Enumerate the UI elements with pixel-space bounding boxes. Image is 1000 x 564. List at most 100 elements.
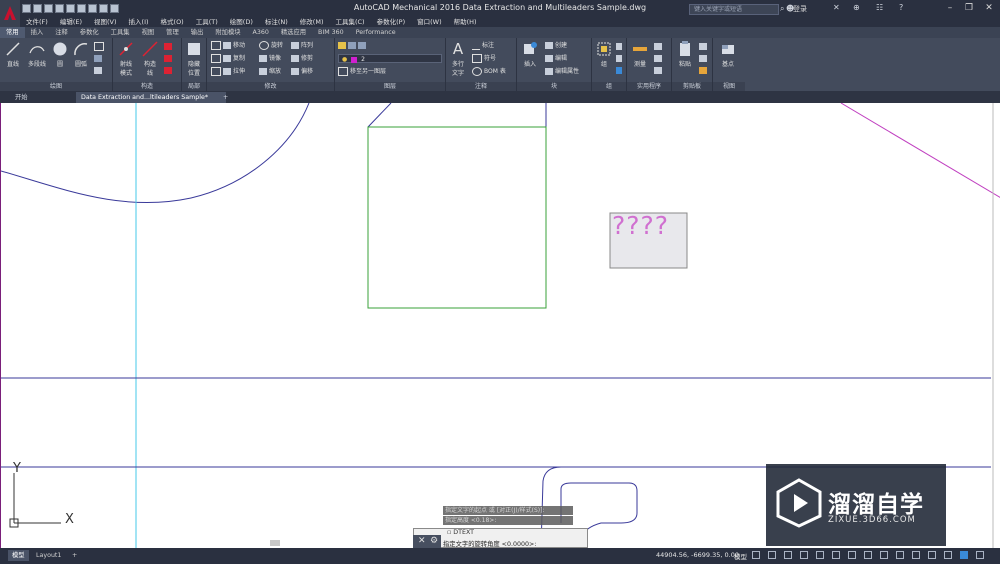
ortho-icon[interactable]	[784, 551, 792, 559]
menu-draw[interactable]: 绘图(D)	[224, 17, 259, 27]
group-edit-icon[interactable]	[616, 54, 624, 63]
tab-addins[interactable]: 附加模块	[209, 27, 246, 38]
tab-a360[interactable]: A360	[247, 27, 275, 38]
move-button[interactable]: 移动	[223, 41, 245, 50]
horizontal-scroll-thumb[interactable]	[270, 540, 280, 546]
command-prompt[interactable]: 指定文字的旋转角度 <0.0000>:	[443, 539, 536, 548]
group-button[interactable]: 组	[593, 41, 615, 68]
menu-help[interactable]: 帮助(H)	[448, 17, 483, 27]
tab-performance[interactable]: Performance	[350, 27, 402, 38]
symbol-button[interactable]: 符号	[472, 54, 496, 63]
quick-calc-icon[interactable]	[654, 42, 664, 51]
tab-view[interactable]: 视图	[136, 27, 161, 38]
select-all-icon[interactable]	[654, 66, 664, 75]
rectangle-icon[interactable]	[94, 42, 106, 51]
grid-icon[interactable]	[752, 551, 760, 559]
tab-home[interactable]: 常用	[0, 27, 25, 38]
tab-output[interactable]: 输出	[185, 27, 210, 38]
annotation-monitor-icon[interactable]	[912, 551, 920, 559]
bom-button[interactable]: BOM 表	[472, 67, 506, 76]
menu-parametric[interactable]: 参数化(P)	[371, 17, 412, 27]
xline-3-icon[interactable]	[164, 66, 174, 75]
array-button[interactable]: 阵列	[291, 41, 313, 50]
menu-view[interactable]: 视图(V)	[88, 17, 123, 27]
circle-button[interactable]: 圆	[49, 41, 71, 68]
exchange-icon[interactable]: ✕	[833, 3, 840, 12]
menu-dimension[interactable]: 标注(N)	[259, 17, 294, 27]
new-tab-button[interactable]: +	[218, 92, 233, 103]
ungroup-icon[interactable]	[616, 42, 624, 51]
customization-icon[interactable]	[976, 551, 984, 559]
tab-bim360[interactable]: BIM 360	[312, 27, 350, 38]
base-view-button[interactable]: 基点	[717, 41, 739, 68]
tab-parametric[interactable]: 参数化	[74, 27, 105, 38]
placeholder-text[interactable]: ????	[612, 211, 669, 240]
units-icon[interactable]	[928, 551, 936, 559]
group-select-icon[interactable]	[616, 66, 624, 75]
stretch-button[interactable]: 拉伸	[223, 67, 245, 76]
paste-button[interactable]: 粘贴	[674, 41, 696, 68]
edit-attr-button[interactable]: 编辑属性	[545, 67, 579, 76]
model-space-toggle[interactable]: 模型	[734, 551, 747, 561]
tab-annotate[interactable]: 注释	[49, 27, 74, 38]
copy-clip-icon[interactable]	[699, 54, 709, 63]
close-icon[interactable]: ✕	[982, 3, 996, 14]
a360-icon[interactable]: ⊕	[853, 3, 860, 12]
layer-dropdown[interactable]: ● 2	[338, 54, 442, 63]
xline-icon[interactable]	[164, 42, 174, 51]
layer-properties-icon[interactable]	[338, 41, 368, 50]
minimize-icon[interactable]: –	[943, 3, 957, 14]
isolate-objects-icon[interactable]	[960, 551, 968, 559]
close-command-icon[interactable]: ✕	[418, 536, 426, 546]
match-prop-icon[interactable]	[699, 66, 709, 75]
workspace-switch-icon[interactable]	[896, 551, 904, 559]
measure-button[interactable]: 测量	[629, 41, 651, 68]
mirror-button[interactable]: 镜像	[259, 54, 281, 63]
offset-button[interactable]: 偏移	[291, 67, 313, 76]
stay-connected-icon[interactable]: ☷	[876, 3, 883, 12]
customize-icon[interactable]: ⚙	[430, 536, 438, 546]
menu-file[interactable]: 文件(F)	[20, 17, 54, 27]
tab-insert[interactable]: 插入	[25, 27, 50, 38]
login-link[interactable]: 登录	[793, 4, 807, 14]
dimension-button[interactable]: 标注	[472, 41, 494, 50]
trim-icon[interactable]	[211, 54, 223, 63]
copy-button[interactable]: 复制	[223, 54, 245, 63]
line-button[interactable]: 直线	[2, 41, 24, 68]
osnap-icon[interactable]	[816, 551, 824, 559]
annotation-scale-icon[interactable]	[880, 551, 888, 559]
hide-button[interactable]: 隐藏 位置	[183, 41, 205, 77]
tab-start[interactable]: 开始	[10, 92, 33, 103]
edit-icon[interactable]	[211, 67, 223, 76]
erase-icon[interactable]	[211, 41, 223, 50]
polyline-button[interactable]: 多段线	[26, 41, 48, 68]
menu-insert[interactable]: 插入(I)	[123, 17, 155, 27]
tab-layout1[interactable]: Layout1	[32, 550, 65, 561]
search-input[interactable]: 键入关键字或短语	[689, 4, 779, 15]
tab-featured-apps[interactable]: 精选应用	[275, 27, 312, 38]
otrack-icon[interactable]	[832, 551, 840, 559]
ray-mode-button[interactable]: 射线 模式	[115, 41, 137, 77]
transparency-icon[interactable]	[864, 551, 872, 559]
xline-2-icon[interactable]	[164, 54, 174, 63]
polar-icon[interactable]	[800, 551, 808, 559]
construction-line-button[interactable]: 构造 线	[139, 41, 161, 77]
help-icon[interactable]: ?	[899, 3, 903, 12]
insert-block-button[interactable]: 插入	[519, 41, 541, 68]
tab-manage[interactable]: 管理	[160, 27, 185, 38]
lineweight-icon[interactable]	[848, 551, 856, 559]
edit-block-button[interactable]: 编辑	[545, 54, 567, 63]
menu-edit[interactable]: 编辑(E)	[54, 17, 88, 27]
menu-format[interactable]: 格式(O)	[155, 17, 190, 27]
cut-icon[interactable]	[699, 42, 709, 51]
create-block-button[interactable]: 创建	[545, 41, 567, 50]
add-layout-button[interactable]: +	[68, 550, 81, 561]
hatch-icon[interactable]	[94, 54, 104, 63]
tab-toolsets[interactable]: 工具集	[105, 27, 136, 38]
move-to-layer-button[interactable]: 移至另一图层	[338, 67, 386, 76]
tab-drawing[interactable]: Data Extraction and...ltileaders Sample*	[76, 92, 226, 103]
mtext-button[interactable]: A 多行 文字	[447, 41, 469, 77]
trim-button[interactable]: 修剪	[291, 54, 313, 63]
snap-icon[interactable]	[768, 551, 776, 559]
menu-modify[interactable]: 修改(M)	[294, 17, 330, 27]
